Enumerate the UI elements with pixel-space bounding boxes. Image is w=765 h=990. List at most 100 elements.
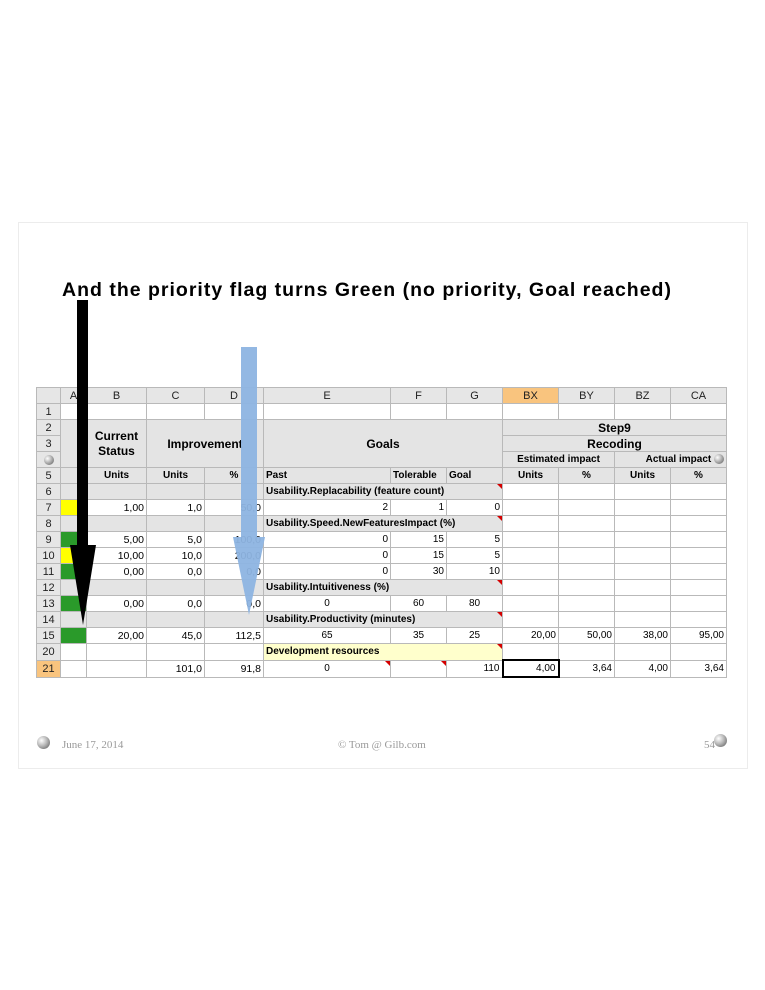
row-header-5[interactable]: 5 (36, 467, 61, 484)
row-header-1[interactable]: 1 (36, 403, 61, 420)
improvement-units-total[interactable]: 101,0 (146, 659, 205, 678)
past-value[interactable]: 65 (263, 627, 391, 644)
units-header[interactable]: Units (146, 467, 205, 484)
cell[interactable] (86, 659, 147, 678)
past-value[interactable]: 0 (263, 547, 391, 564)
cell[interactable] (502, 499, 559, 516)
cell[interactable] (670, 643, 727, 661)
cell[interactable] (146, 483, 205, 500)
cell[interactable] (502, 643, 559, 661)
cell[interactable] (60, 659, 87, 678)
units-header[interactable]: Units (614, 467, 671, 484)
tolerable-value[interactable]: 35 (390, 627, 447, 644)
estimated-units-total-selected[interactable]: 4,00 (501, 659, 560, 678)
cell[interactable] (614, 563, 671, 580)
improvement-pct-value[interactable]: 112,5 (204, 627, 264, 644)
section-speed[interactable]: Usability.Speed.NewFeaturesImpact (%) (263, 515, 503, 532)
row-header-2[interactable]: 2 (36, 419, 61, 436)
cell[interactable] (86, 643, 147, 661)
goal-value[interactable]: 5 (446, 531, 503, 548)
row-header-4[interactable] (36, 451, 61, 468)
cell[interactable] (558, 611, 615, 628)
column-header-bz[interactable]: BZ (614, 387, 671, 404)
cell[interactable] (558, 483, 615, 500)
row-header-11[interactable]: 11 (36, 563, 61, 580)
estimated-pct-value[interactable]: 50,00 (558, 627, 615, 644)
section-replacability[interactable]: Usability.Replacability (feature count) (263, 483, 503, 500)
cell[interactable] (502, 595, 559, 612)
cell[interactable] (502, 579, 559, 596)
cell[interactable] (614, 547, 671, 564)
estimated-units-value[interactable]: 20,00 (502, 627, 559, 644)
improvement-units-value[interactable]: 0,0 (146, 563, 205, 580)
cell[interactable] (614, 403, 671, 420)
cell[interactable] (670, 483, 727, 500)
cell[interactable] (670, 547, 727, 564)
percent-header[interactable]: % (670, 467, 727, 484)
tolerable-header[interactable]: Tolerable (390, 467, 447, 484)
improvement-units-value[interactable]: 45,0 (146, 627, 205, 644)
goal-value[interactable]: 10 (446, 563, 503, 580)
cell[interactable] (146, 611, 205, 628)
cell[interactable] (670, 499, 727, 516)
cell[interactable] (446, 403, 503, 420)
past-value[interactable]: 2 (263, 499, 391, 516)
goal-value[interactable]: 5 (446, 547, 503, 564)
cell[interactable] (670, 403, 727, 420)
cell[interactable] (558, 547, 615, 564)
actual-impact-cell[interactable]: Actual impact (614, 451, 727, 468)
cell[interactable] (60, 643, 87, 661)
cell[interactable] (670, 531, 727, 548)
cell[interactable] (614, 499, 671, 516)
actual-units-value[interactable]: 38,00 (614, 627, 671, 644)
cell[interactable] (614, 579, 671, 596)
past-value[interactable]: 0 (263, 563, 391, 580)
percent-header[interactable]: % (558, 467, 615, 484)
tolerable-value[interactable]: 1 (390, 499, 447, 516)
cell[interactable] (670, 515, 727, 532)
row-header-20[interactable]: 20 (36, 643, 61, 661)
group-button-icon[interactable] (43, 454, 54, 465)
section-intuitiveness[interactable]: Usability.Intuitiveness (%) (263, 579, 503, 596)
column-header-c[interactable]: C (146, 387, 205, 404)
corner-cell[interactable] (36, 387, 61, 404)
cell[interactable] (614, 643, 671, 661)
row-header-3[interactable]: 3 (36, 435, 61, 452)
actual-pct-total[interactable]: 3,64 (670, 659, 727, 678)
goal-value[interactable]: 80 (446, 595, 503, 612)
past-value[interactable]: 0 (263, 595, 391, 612)
cell[interactable] (146, 515, 205, 532)
cell[interactable] (502, 611, 559, 628)
cell[interactable] (558, 579, 615, 596)
column-header-e[interactable]: E (263, 387, 391, 404)
cell[interactable] (558, 515, 615, 532)
column-header-f[interactable]: F (390, 387, 447, 404)
goal-total[interactable]: 110 (446, 659, 503, 678)
column-header-by[interactable]: BY (558, 387, 615, 404)
row-header-15[interactable]: 15 (36, 627, 61, 644)
cell[interactable] (204, 643, 264, 661)
tolerable-value[interactable]: 15 (390, 547, 447, 564)
cell[interactable] (558, 499, 615, 516)
cell[interactable] (670, 579, 727, 596)
cell[interactable] (670, 595, 727, 612)
estimated-impact-header[interactable]: Estimated impact (502, 451, 615, 468)
cell[interactable] (614, 595, 671, 612)
cell[interactable] (390, 659, 447, 678)
cell[interactable] (502, 531, 559, 548)
tolerable-value[interactable]: 15 (390, 531, 447, 548)
cell[interactable] (502, 547, 559, 564)
column-header-bx[interactable]: BX (502, 387, 559, 404)
cell[interactable] (614, 611, 671, 628)
cell[interactable] (263, 403, 391, 420)
actual-pct-value[interactable]: 95,00 (670, 627, 727, 644)
cell[interactable] (670, 611, 727, 628)
improvement-units-value[interactable]: 0,0 (146, 595, 205, 612)
improvement-units-value[interactable]: 5,0 (146, 531, 205, 548)
cell[interactable] (558, 531, 615, 548)
row-header-6[interactable]: 6 (36, 483, 61, 500)
row-header-12[interactable]: 12 (36, 579, 61, 596)
cell[interactable] (558, 563, 615, 580)
column-header-ca[interactable]: CA (670, 387, 727, 404)
cell[interactable] (558, 403, 615, 420)
